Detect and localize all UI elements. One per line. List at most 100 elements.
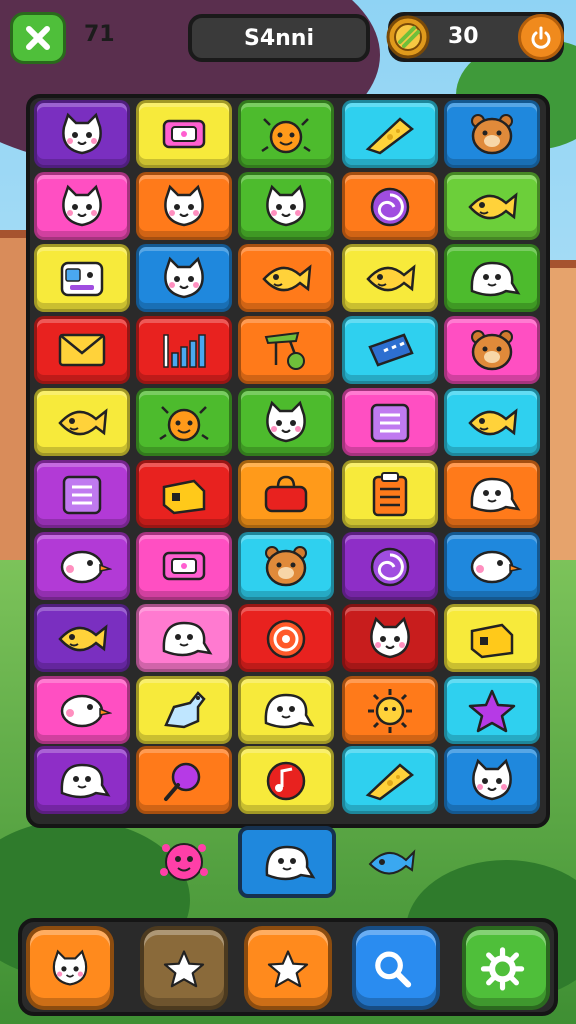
star-button[interactable] bbox=[244, 926, 332, 1010]
tile-r10-c2[interactable] bbox=[136, 746, 232, 814]
fish-icon bbox=[58, 408, 108, 436]
tile-r5-c4[interactable] bbox=[342, 388, 438, 456]
box-icon bbox=[162, 479, 206, 515]
tile-r6-c3[interactable] bbox=[238, 460, 334, 528]
spiral-icon bbox=[266, 619, 306, 659]
tile-r8-c5[interactable] bbox=[444, 604, 540, 672]
tile-r7-c1[interactable] bbox=[34, 532, 130, 600]
ghost-icon bbox=[470, 477, 521, 513]
fish-icon bbox=[468, 192, 518, 220]
star-ghost-button[interactable] bbox=[140, 926, 228, 1010]
tile-r3-c5[interactable] bbox=[444, 244, 540, 312]
tile-r8-c2[interactable] bbox=[136, 604, 232, 672]
tile-r9-c4[interactable] bbox=[342, 676, 438, 744]
critter-icon bbox=[159, 406, 209, 442]
tile-r5-c3[interactable] bbox=[238, 388, 334, 456]
tile-r7-c5[interactable] bbox=[444, 532, 540, 600]
cat-face-icon bbox=[472, 758, 512, 801]
bear-face-icon bbox=[471, 114, 513, 155]
tile-r5-c1[interactable] bbox=[34, 388, 130, 456]
search-button[interactable] bbox=[352, 926, 440, 1010]
pink-critter-icon bbox=[160, 843, 208, 881]
tile-r5-c5[interactable] bbox=[444, 388, 540, 456]
tile-r9-c2[interactable] bbox=[136, 676, 232, 744]
tile-r6-c5[interactable] bbox=[444, 460, 540, 528]
tile-r8-c1[interactable] bbox=[34, 604, 130, 672]
tile-r6-c2[interactable] bbox=[136, 460, 232, 528]
tile-r2-c1[interactable] bbox=[34, 172, 130, 240]
tile-r1-c4[interactable] bbox=[342, 100, 438, 168]
player-name: S4nni bbox=[243, 25, 315, 51]
tag-icon bbox=[162, 551, 206, 581]
cherry-icon bbox=[264, 331, 305, 370]
tile-r1-c1[interactable] bbox=[34, 100, 130, 168]
list-icon bbox=[62, 475, 102, 515]
tile-r7-c2[interactable] bbox=[136, 532, 232, 600]
close-icon bbox=[26, 26, 50, 50]
star-icon bbox=[267, 950, 309, 988]
tile-r10-c5[interactable] bbox=[444, 746, 540, 814]
box-icon bbox=[470, 623, 514, 659]
close-button[interactable] bbox=[10, 12, 66, 64]
ghost-icon bbox=[264, 693, 315, 729]
tile-r2-c4[interactable] bbox=[342, 172, 438, 240]
tile-r8-c3[interactable] bbox=[238, 604, 334, 672]
tile-r3-c4[interactable] bbox=[342, 244, 438, 312]
tile-r3-c2[interactable] bbox=[136, 244, 232, 312]
tile-r4-c5[interactable] bbox=[444, 316, 540, 384]
cat-face-icon bbox=[164, 184, 204, 227]
ticket-icon bbox=[368, 333, 414, 367]
game-board bbox=[26, 94, 550, 828]
bird-icon bbox=[60, 550, 112, 584]
note-icon bbox=[266, 761, 306, 801]
power-icon bbox=[531, 26, 551, 49]
tile-r2-c3[interactable] bbox=[238, 172, 334, 240]
tile-r2-c2[interactable] bbox=[136, 172, 232, 240]
coin-action-button[interactable] bbox=[518, 14, 564, 60]
tile-r3-c3[interactable] bbox=[238, 244, 334, 312]
tile-r9-c1[interactable] bbox=[34, 676, 130, 744]
tile-r7-c4[interactable] bbox=[342, 532, 438, 600]
dino-icon bbox=[164, 691, 206, 729]
critter-icon bbox=[261, 118, 311, 154]
cat-button[interactable] bbox=[26, 926, 114, 1010]
bird-icon bbox=[60, 694, 112, 728]
tile-r4-c3[interactable] bbox=[238, 316, 334, 384]
tile-r10-c4[interactable] bbox=[342, 746, 438, 814]
tile-r2-c5[interactable] bbox=[444, 172, 540, 240]
bird-icon bbox=[470, 550, 522, 584]
settings-button[interactable] bbox=[462, 926, 550, 1010]
tile-r6-c1[interactable] bbox=[34, 460, 130, 528]
star-icon bbox=[163, 950, 205, 988]
tile-r9-c5[interactable] bbox=[444, 676, 540, 744]
tile-r8-c4[interactable] bbox=[342, 604, 438, 672]
tile-r10-c1[interactable] bbox=[34, 746, 130, 814]
tile-r4-c4[interactable] bbox=[342, 316, 438, 384]
tile-r4-c2[interactable] bbox=[136, 316, 232, 384]
sun-icon bbox=[368, 689, 412, 733]
spare-tile[interactable] bbox=[238, 826, 336, 898]
tile-r4-c1[interactable] bbox=[34, 316, 130, 384]
robot-face-icon bbox=[60, 261, 104, 297]
cat-face-icon bbox=[266, 184, 306, 227]
tile-r10-c3[interactable] bbox=[238, 746, 334, 814]
fish-icon bbox=[262, 264, 312, 292]
fish-icon bbox=[58, 624, 108, 652]
swirl-icon bbox=[370, 187, 410, 227]
tile-r9-c3[interactable] bbox=[238, 676, 334, 744]
fish-icon bbox=[468, 408, 518, 436]
coin-counter: 30 bbox=[386, 12, 564, 62]
spoon-icon bbox=[164, 762, 201, 801]
tile-r1-c2[interactable] bbox=[136, 100, 232, 168]
tile-r3-c1[interactable] bbox=[34, 244, 130, 312]
player-name-pill: S4nni bbox=[188, 14, 370, 62]
tile-r1-c5[interactable] bbox=[444, 100, 540, 168]
envelope-icon bbox=[58, 333, 106, 367]
tile-r7-c3[interactable] bbox=[238, 532, 334, 600]
bear-face-icon bbox=[265, 546, 307, 587]
tile-r5-c2[interactable] bbox=[136, 388, 232, 456]
tile-r6-c4[interactable] bbox=[342, 460, 438, 528]
tile-r1-c3[interactable] bbox=[238, 100, 334, 168]
cat-face-icon bbox=[62, 112, 102, 155]
bar-chart-icon bbox=[163, 334, 206, 368]
